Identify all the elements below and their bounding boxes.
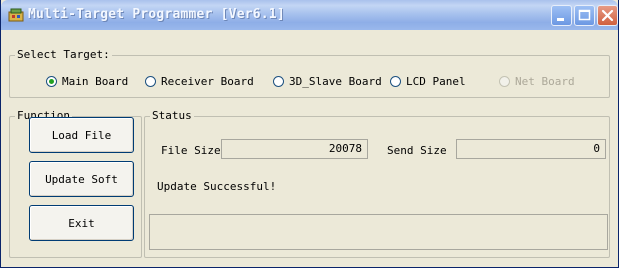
file-size-field: 20078	[221, 139, 368, 159]
app-window: Multi-Target Programmer [Ver6.1] Select …	[0, 0, 619, 268]
window-title: Multi-Target Programmer [Ver6.1]	[28, 7, 285, 22]
exit-button[interactable]: Exit	[29, 205, 134, 241]
maximize-button[interactable]	[574, 5, 595, 26]
radio-label: 3D_Slave Board	[289, 75, 382, 88]
radio-label: Main Board	[62, 75, 129, 88]
send-size-label: Send Size	[387, 144, 447, 157]
radio-label: Net Board	[515, 75, 575, 88]
status-title: Status	[150, 109, 194, 122]
close-button[interactable]	[597, 5, 618, 26]
radio-indicator	[145, 76, 156, 87]
close-icon	[601, 9, 614, 22]
programmer-chip-icon[interactable]	[8, 7, 24, 23]
maximize-icon	[578, 9, 591, 21]
radio-indicator	[499, 76, 510, 87]
radio-indicator	[273, 76, 284, 87]
title-bar[interactable]: Multi-Target Programmer [Ver6.1]	[1, 0, 618, 30]
status-message: Update Successful!	[157, 180, 277, 193]
select-target-title: Select Target:	[15, 48, 112, 61]
file-size-label: File Size:	[161, 144, 228, 157]
radio-label: LCD Panel	[406, 75, 466, 88]
minimize-icon	[557, 18, 564, 21]
progress-bar	[149, 214, 608, 250]
send-size-field: 0	[456, 139, 606, 159]
update-soft-button[interactable]: Update Soft	[29, 161, 134, 197]
minimize-button[interactable]	[551, 5, 572, 26]
load-file-button[interactable]: Load File	[29, 117, 134, 153]
radio-indicator	[46, 76, 57, 87]
radio-label: Receiver Board	[161, 75, 254, 88]
radio-indicator	[390, 76, 401, 87]
